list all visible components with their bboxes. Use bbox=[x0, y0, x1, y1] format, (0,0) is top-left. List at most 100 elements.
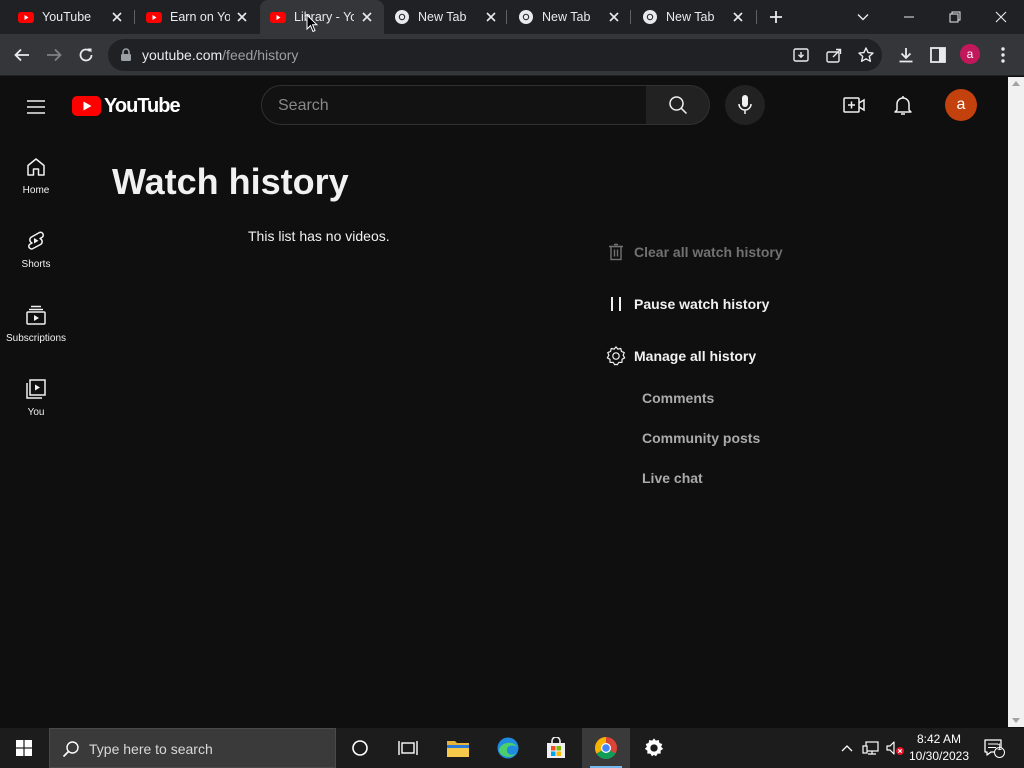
notification-center-button[interactable]: 1 bbox=[980, 728, 1008, 768]
settings-taskbar-button[interactable] bbox=[630, 728, 678, 768]
browser-menu-button[interactable] bbox=[993, 45, 1013, 65]
cortana-button[interactable] bbox=[336, 728, 384, 768]
reload-button[interactable] bbox=[76, 45, 96, 65]
restore-button[interactable] bbox=[932, 0, 978, 34]
browser-tab-strip: YouTube Earn on YouTube Library - YouTub… bbox=[0, 0, 1024, 34]
tab-search-button[interactable] bbox=[840, 0, 886, 34]
clear-all-history-button[interactable]: Clear all watch history bbox=[604, 240, 783, 264]
create-video-icon[interactable] bbox=[842, 93, 866, 117]
guide-item-label: Subscriptions bbox=[5, 333, 67, 344]
windows-logo-icon bbox=[16, 740, 32, 756]
shorts-icon bbox=[28, 231, 44, 250]
pause-history-button[interactable]: Pause watch history bbox=[604, 292, 769, 316]
close-tab-icon[interactable] bbox=[110, 10, 124, 24]
site-info-icon[interactable] bbox=[120, 48, 132, 62]
browser-profile-avatar[interactable]: a bbox=[960, 44, 980, 64]
trash-icon bbox=[609, 243, 623, 261]
history-link-community-posts[interactable]: Community posts bbox=[642, 430, 760, 446]
search-button[interactable] bbox=[646, 85, 710, 125]
store-button[interactable] bbox=[532, 728, 580, 768]
url-path: /feed/history bbox=[222, 47, 299, 63]
search-placeholder: Search bbox=[278, 97, 329, 114]
browser-tab[interactable]: New Tab bbox=[384, 0, 508, 34]
browser-tab[interactable]: New Tab bbox=[508, 0, 632, 34]
browser-tab-active[interactable]: Library - YouTube bbox=[260, 0, 384, 34]
browser-tab[interactable]: New Tab bbox=[632, 0, 756, 34]
notifications-bell-icon[interactable] bbox=[891, 93, 915, 117]
reload-icon bbox=[79, 48, 93, 62]
close-tab-icon[interactable] bbox=[360, 10, 374, 24]
bookmark-star-icon[interactable] bbox=[857, 46, 875, 64]
address-bar[interactable]: youtube.com/feed/history bbox=[108, 39, 882, 71]
clock-time: 8:42 AM bbox=[916, 732, 962, 746]
youtube-icon bbox=[146, 12, 162, 23]
edge-button[interactable] bbox=[484, 728, 532, 768]
voice-search-button[interactable] bbox=[725, 85, 765, 125]
task-view-button[interactable] bbox=[384, 728, 432, 768]
file-explorer-button[interactable] bbox=[434, 728, 482, 768]
close-tab-icon[interactable] bbox=[607, 10, 621, 24]
history-link-comments[interactable]: Comments bbox=[642, 390, 714, 406]
account-avatar[interactable]: a bbox=[945, 89, 977, 121]
mouse-cursor-icon bbox=[306, 14, 318, 33]
guide-item-shorts[interactable]: Shorts bbox=[0, 229, 72, 299]
chrome-icon bbox=[643, 10, 657, 24]
page-scrollbar[interactable] bbox=[1008, 77, 1024, 727]
youtube-icon bbox=[270, 12, 286, 23]
you-library-icon bbox=[26, 379, 46, 399]
close-tab-icon[interactable] bbox=[235, 10, 249, 24]
chevron-down-icon bbox=[857, 14, 869, 21]
scroll-up-arrow-icon[interactable] bbox=[1012, 81, 1020, 86]
share-icon[interactable] bbox=[825, 46, 843, 64]
guide-item-home[interactable]: Home bbox=[0, 155, 72, 225]
url-text[interactable]: youtube.com/feed/history bbox=[142, 47, 298, 63]
taskbar-clock[interactable]: 8:42 AM 10/30/2023 bbox=[903, 731, 975, 765]
microphone-icon bbox=[738, 95, 752, 114]
tab-divider bbox=[506, 10, 507, 24]
show-hidden-icons-button[interactable] bbox=[838, 728, 856, 768]
browser-tab[interactable]: YouTube bbox=[8, 0, 132, 34]
url-host: youtube.com bbox=[142, 47, 223, 63]
network-tray-button[interactable] bbox=[860, 728, 882, 768]
tab-title: Earn on YouTube bbox=[170, 10, 230, 24]
close-tab-icon[interactable] bbox=[484, 10, 498, 24]
new-tab-plus-icon[interactable] bbox=[768, 9, 784, 25]
page-title: Watch history bbox=[112, 161, 349, 202]
arrow-left-icon bbox=[14, 48, 29, 62]
side-panel-button[interactable] bbox=[928, 45, 948, 65]
tab-title: New Tab bbox=[542, 10, 591, 24]
minimize-icon bbox=[904, 16, 914, 18]
taskbar-search-box[interactable]: Type here to search bbox=[49, 728, 336, 768]
youtube-wordmark: YouTube bbox=[104, 94, 181, 117]
close-icon bbox=[995, 11, 1007, 23]
search-input[interactable]: Search bbox=[261, 85, 647, 125]
guide-item-subscriptions[interactable]: Subscriptions bbox=[0, 303, 72, 373]
tab-title: YouTube bbox=[42, 10, 92, 24]
scroll-down-arrow-icon[interactable] bbox=[1012, 718, 1020, 723]
guide-item-you[interactable]: You bbox=[0, 377, 72, 447]
youtube-logo[interactable]: YouTube bbox=[72, 94, 181, 118]
chrome-taskbar-button[interactable] bbox=[582, 728, 630, 768]
chrome-icon bbox=[395, 10, 409, 24]
chrome-icon bbox=[519, 10, 533, 24]
install-app-icon[interactable] bbox=[792, 46, 810, 64]
tab-divider bbox=[630, 10, 631, 24]
guide-menu-icon[interactable] bbox=[24, 95, 48, 119]
browser-tab[interactable]: Earn on YouTube bbox=[136, 0, 260, 34]
guide-item-label: Shorts bbox=[21, 259, 51, 270]
start-button[interactable] bbox=[0, 728, 48, 768]
close-tab-icon[interactable] bbox=[731, 10, 745, 24]
back-button[interactable] bbox=[12, 45, 32, 65]
history-link-live-chat[interactable]: Live chat bbox=[642, 470, 703, 486]
microsoft-store-icon bbox=[547, 737, 565, 758]
kebab-menu-icon bbox=[1001, 47, 1005, 63]
downloads-button[interactable] bbox=[896, 45, 916, 65]
manage-history-button[interactable]: Manage all history bbox=[604, 344, 756, 368]
youtube-icon bbox=[18, 12, 34, 23]
close-window-button[interactable] bbox=[978, 0, 1024, 34]
minimize-button[interactable] bbox=[886, 0, 932, 34]
gear-icon bbox=[606, 346, 626, 366]
network-icon bbox=[862, 741, 879, 755]
forward-button[interactable] bbox=[44, 45, 64, 65]
tab-title: New Tab bbox=[666, 10, 715, 24]
